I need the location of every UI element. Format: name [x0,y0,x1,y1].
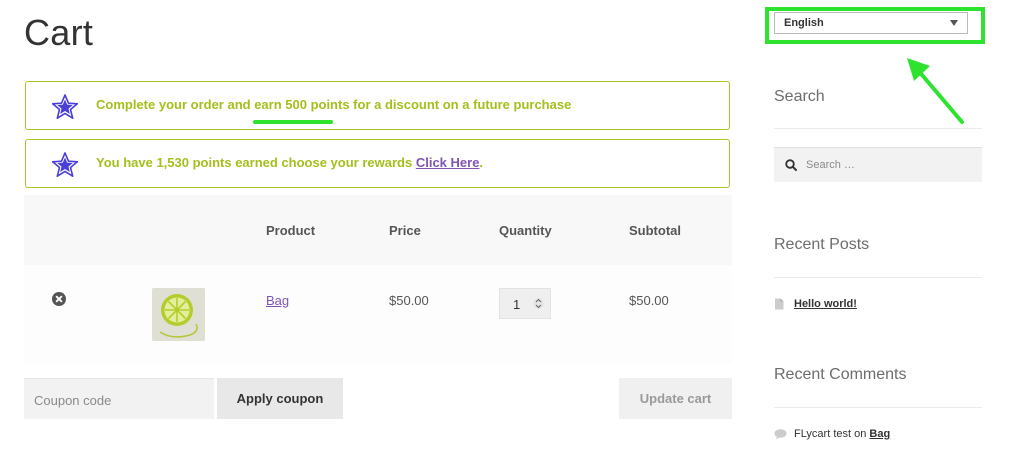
language-value: English [784,17,824,29]
header-quantity: Quantity [499,223,552,238]
period: . [479,155,484,170]
comment-author: FLycart test [794,428,852,440]
click-here-link[interactable]: Click Here [416,155,480,170]
recent-posts-heading: Recent Posts [774,236,870,253]
update-cart-button[interactable]: Update cart [619,378,732,419]
apply-coupon-button[interactable]: Apply coupon [217,378,343,419]
page-title: Cart [24,12,94,53]
coupon-placeholder: Coupon code [34,393,112,408]
star-icon [52,94,78,120]
points-balance-text: You have 1,530 points earned choose your… [96,155,416,170]
cart-table-header: Product Price Quantity Subtotal [24,195,732,265]
language-select[interactable]: English [774,12,968,34]
highlight-underline [253,120,333,124]
spinner-arrows-icon[interactable] [533,295,544,312]
header-price: Price [389,223,421,238]
product-price: $50.00 [389,293,429,308]
arrow-annotation [907,58,964,124]
header-product: Product [266,223,316,238]
recent-post-link[interactable]: Hello world! [794,298,857,310]
document-icon [775,298,784,310]
search-heading: Search [774,88,825,105]
star-icon [52,152,78,178]
recent-comments-heading: Recent Comments [774,366,907,383]
recent-comment: FLycart test on Bag [794,428,890,440]
quantity-value[interactable]: 1 [513,297,520,312]
points-balance-notice: You have 1,530 points earned choose your… [25,139,730,188]
product-subtotal: $50.00 [629,293,669,308]
divider [774,407,982,408]
remove-icon[interactable] [52,292,66,306]
coupon-code-input[interactable]: Coupon code [24,378,214,419]
chevron-down-icon [950,20,958,26]
header-subtotal: Subtotal [629,223,681,238]
product-thumbnail[interactable] [152,288,205,341]
table-row: Bag $50.00 1 $50.00 [24,265,732,363]
bag-image [152,288,205,341]
comment-separator: on [851,428,870,440]
quantity-stepper[interactable]: 1 [499,288,551,319]
comment-post-link[interactable]: Bag [869,428,890,440]
points-earn-notice: Complete your order and earn 500 points … [25,81,730,130]
comment-icon [774,429,787,440]
divider [774,128,982,129]
points-earn-message: Complete your order and earn 500 points … [96,97,572,112]
product-link[interactable]: Bag [266,293,289,308]
search-input[interactable]: Search … [774,147,982,182]
points-balance-message: You have 1,530 points earned choose your… [96,155,483,170]
divider [774,277,982,278]
search-icon [785,159,797,171]
search-placeholder: Search … [806,159,855,171]
